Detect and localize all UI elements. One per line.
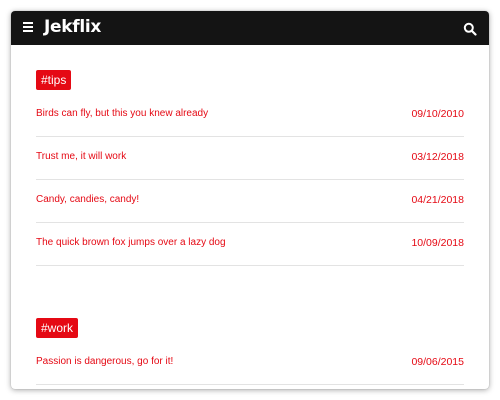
post-row[interactable]: The quick brown fox jumps over a lazy do…: [36, 223, 464, 266]
post-date: 04/21/2018: [411, 194, 464, 206]
post-title[interactable]: Trust me, it will work: [36, 151, 126, 162]
brand-logo[interactable]: Jekflix: [44, 17, 101, 37]
post-title[interactable]: Birds can fly, but this you knew already: [36, 108, 208, 119]
post-row[interactable]: Trust me, it will work 03/12/2018: [36, 137, 464, 180]
tag-section-tips: #tips Birds can fly, but this you knew a…: [36, 69, 464, 266]
tag-badge-work[interactable]: #work: [36, 318, 79, 338]
post-title[interactable]: Passion is dangerous, go for it!: [36, 356, 173, 367]
post-row[interactable]: Passion is dangerous, go for it! 09/06/2…: [36, 342, 464, 385]
top-navbar: Jekflix: [11, 11, 489, 45]
post-title[interactable]: Candy, candies, candy!: [36, 194, 139, 205]
app-window: Jekflix #tips Birds can fly, but this yo…: [11, 11, 489, 389]
post-date: 09/10/2010: [411, 108, 464, 120]
post-row[interactable]: Birds can fly, but this you knew already…: [36, 94, 464, 137]
post-date: 03/12/2018: [411, 151, 464, 163]
tag-badge-tips[interactable]: #tips: [36, 70, 72, 90]
post-title[interactable]: The quick brown fox jumps over a lazy do…: [36, 237, 226, 248]
post-date: 09/06/2015: [411, 356, 464, 368]
tag-section-work: #work Passion is dangerous, go for it! 0…: [36, 317, 464, 385]
hamburger-menu-icon[interactable]: [23, 22, 34, 34]
search-icon[interactable]: [463, 21, 477, 36]
post-row[interactable]: Candy, candies, candy! 04/21/2018: [36, 180, 464, 223]
post-date: 10/09/2018: [411, 237, 464, 249]
